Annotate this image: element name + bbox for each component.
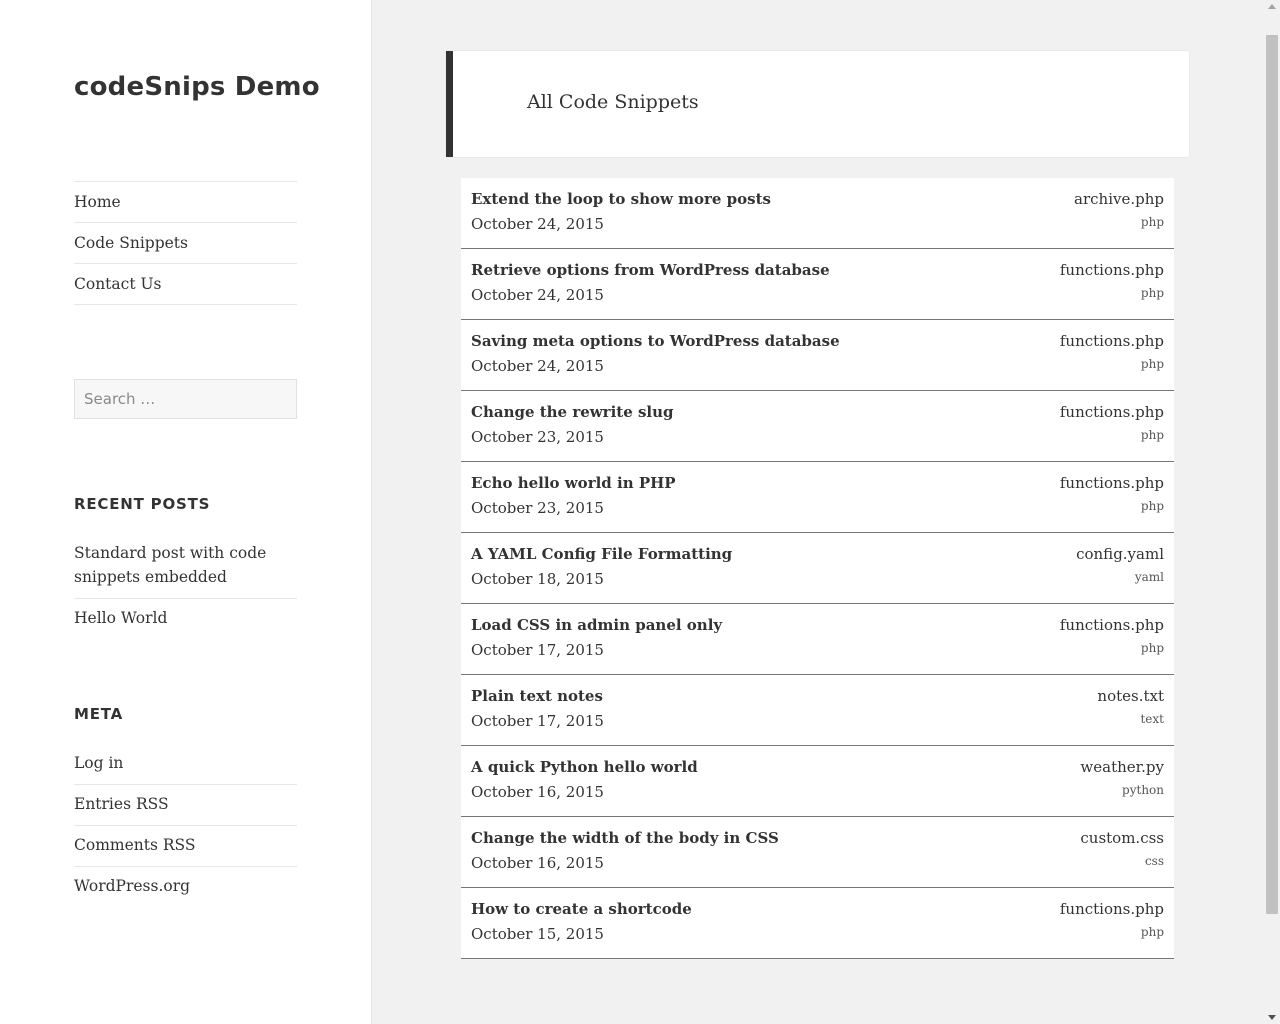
meta-link-comments-rss[interactable]: Comments RSS — [74, 826, 297, 867]
snippet-language: python — [1122, 783, 1164, 797]
recent-post-link[interactable]: Hello World — [74, 599, 297, 639]
main-nav: Home Code Snippets Contact Us — [74, 181, 297, 305]
meta-list: Log in Entries RSS Comments RSS WordPres… — [74, 751, 297, 907]
snippet-date: October 23, 2015 — [471, 428, 604, 446]
snippet-title[interactable]: Plain text notes — [471, 687, 603, 705]
snippet-language: php — [1140, 641, 1164, 655]
snippet-title[interactable]: Change the rewrite slug — [471, 403, 674, 421]
snippet-language: php — [1140, 357, 1164, 371]
snippet-date: October 24, 2015 — [471, 215, 604, 233]
meta-link-log-in[interactable]: Log in — [74, 751, 297, 785]
snippet-title[interactable]: How to create a shortcode — [471, 900, 692, 918]
snippet-language: css — [1144, 854, 1164, 868]
nav-item-code-snippets[interactable]: Code Snippets — [74, 223, 297, 264]
snippet-date: October 24, 2015 — [471, 357, 604, 375]
snippet-date: October 17, 2015 — [471, 641, 604, 659]
snippet-filename: functions.php — [1059, 332, 1164, 350]
snippet-date: October 17, 2015 — [471, 712, 604, 730]
nav-item-home[interactable]: Home — [74, 182, 297, 223]
snippet-title[interactable]: Load CSS in admin panel only — [471, 616, 722, 634]
snippet-row[interactable]: A YAML Config File Formatting October 18,… — [461, 533, 1174, 604]
recent-posts-list: Standard post with code snippets embedde… — [74, 541, 297, 639]
snippet-language: php — [1140, 499, 1164, 513]
search-input[interactable] — [74, 379, 297, 419]
snippet-date: October 18, 2015 — [471, 570, 604, 588]
snippet-language: php — [1140, 286, 1164, 300]
snippet-title[interactable]: A quick Python hello world — [471, 758, 698, 776]
snippet-language: php — [1140, 925, 1164, 939]
recent-posts-heading: Recent Posts — [74, 495, 211, 513]
nav-item-contact-us[interactable]: Contact Us — [74, 264, 297, 305]
snippet-filename: functions.php — [1059, 261, 1164, 279]
snippet-row[interactable]: A quick Python hello world October 16, 20… — [461, 746, 1174, 817]
snippet-date: October 16, 2015 — [471, 783, 604, 801]
vertical-scrollbar[interactable] — [1264, 0, 1280, 1024]
snippet-filename: functions.php — [1059, 616, 1164, 634]
recent-post-link[interactable]: Standard post with code snippets embedde… — [74, 541, 297, 599]
snippet-title[interactable]: Extend the loop to show more posts — [471, 190, 771, 208]
snippet-row[interactable]: Change the rewrite slug October 23, 2015 f… — [461, 391, 1174, 462]
snippet-row[interactable]: Plain text notes October 17, 2015 notes.tx… — [461, 675, 1174, 746]
snippet-title[interactable]: Echo hello world in PHP — [471, 474, 676, 492]
snippet-row[interactable]: Echo hello world in PHP October 23, 2015 f… — [461, 462, 1174, 533]
snippet-language: php — [1140, 428, 1164, 442]
snippet-row[interactable]: How to create a shortcode October 15, 201… — [461, 888, 1174, 959]
snippet-date: October 16, 2015 — [471, 854, 604, 872]
snippet-filename: weather.py — [1080, 758, 1164, 776]
snippet-title[interactable]: A YAML Config File Formatting — [471, 545, 732, 563]
page-header: All Code Snippets — [446, 51, 1189, 157]
snippet-row[interactable]: Extend the loop to show more posts Octobe… — [461, 178, 1174, 249]
scroll-thumb[interactable] — [1266, 35, 1278, 914]
snippet-filename: archive.php — [1074, 190, 1164, 208]
meta-heading: Meta — [74, 705, 124, 723]
snippet-title[interactable]: Saving meta options to WordPress databas… — [471, 332, 840, 350]
snippet-language: text — [1140, 712, 1164, 726]
snippet-filename: notes.txt — [1097, 687, 1164, 705]
page-title: All Code Snippets — [527, 91, 699, 113]
snippet-list: Extend the loop to show more posts Octobe… — [461, 178, 1174, 959]
site-title[interactable]: codeSnips Demo — [74, 72, 320, 102]
snippet-language: php — [1140, 215, 1164, 229]
snippet-title[interactable]: Retrieve options from WordPress database — [471, 261, 830, 279]
snippet-date: October 24, 2015 — [471, 286, 604, 304]
snippet-row[interactable]: Load CSS in admin panel only October 17, … — [461, 604, 1174, 675]
snippet-filename: functions.php — [1059, 403, 1164, 421]
snippet-date: October 23, 2015 — [471, 499, 604, 517]
meta-link-wordpress-org[interactable]: WordPress.org — [74, 867, 297, 907]
meta-link-entries-rss[interactable]: Entries RSS — [74, 785, 297, 826]
snippet-row[interactable]: Change the width of the body in CSS Octob… — [461, 817, 1174, 888]
snippet-filename: functions.php — [1059, 900, 1164, 918]
snippet-date: October 15, 2015 — [471, 925, 604, 943]
snippet-title[interactable]: Change the width of the body in CSS — [471, 829, 779, 847]
snippet-row[interactable]: Saving meta options to WordPress databas… — [461, 320, 1174, 391]
snippet-filename: config.yaml — [1076, 545, 1164, 563]
snippet-filename: custom.css — [1080, 829, 1164, 847]
snippet-row[interactable]: Retrieve options from WordPress database… — [461, 249, 1174, 320]
snippet-language: yaml — [1134, 570, 1164, 584]
scroll-up-arrow-icon[interactable] — [1268, 4, 1276, 9]
scroll-down-arrow-icon[interactable] — [1268, 1015, 1276, 1020]
page: codeSnips Demo Home Code Snippets Contac… — [0, 0, 1280, 1024]
snippet-filename: functions.php — [1059, 474, 1164, 492]
sidebar: codeSnips Demo Home Code Snippets Contac… — [0, 0, 372, 1024]
